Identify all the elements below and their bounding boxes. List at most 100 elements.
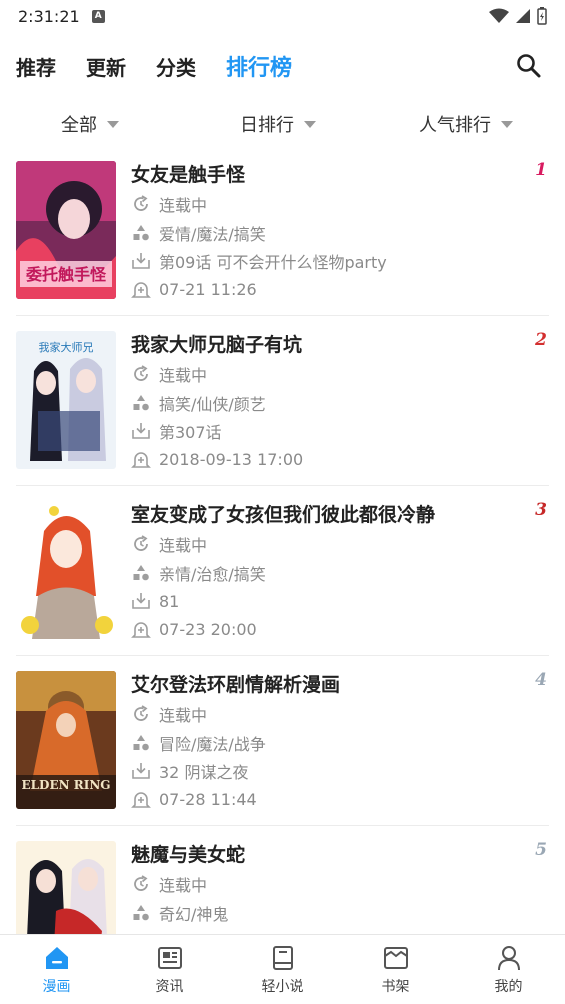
nav-comics[interactable]: 漫画	[0, 935, 113, 1004]
shapes-icon	[133, 564, 149, 581]
updated-row: 2018-09-13 17:00	[131, 446, 525, 475]
comic-cover[interactable]	[16, 841, 116, 934]
tags-row: 奇幻/神鬼	[131, 899, 525, 928]
comic-tags: 奇幻/神鬼	[159, 904, 229, 924]
shapes-icon	[133, 394, 149, 411]
search-icon[interactable]	[515, 52, 543, 80]
ranking-list: 委托触手怪 女友是触手怪 连载中 爱情/魔法/搞笑 第09话 可不会开什么怪物p…	[0, 146, 565, 934]
caret-down-icon	[501, 120, 513, 128]
nav-profile[interactable]: 我的	[452, 935, 565, 1004]
update-time: 07-28 11:44	[159, 790, 257, 810]
latest-row: 81	[131, 587, 525, 616]
caret-down-icon	[107, 120, 119, 128]
comic-status: 连载中	[159, 536, 208, 556]
bell-icon	[131, 791, 151, 808]
status-row: 连载中	[131, 360, 525, 389]
update-time: 2018-09-13 17:00	[159, 450, 304, 470]
comic-status: 连载中	[159, 196, 208, 216]
signal-icon	[516, 9, 530, 23]
filter-category-dropdown[interactable]: 全部	[61, 104, 119, 144]
latest-row: 32 阴谋之夜	[131, 757, 525, 786]
rank-number: 4	[535, 670, 547, 690]
home-icon	[45, 947, 68, 969]
tags-row: 爱情/魔法/搞笑	[131, 219, 525, 248]
comic-cover[interactable]: 委托触手怪	[16, 161, 116, 299]
comic-cover[interactable]: 我家大师兄	[16, 331, 116, 469]
latest-row: 第307话	[131, 417, 525, 446]
nav-bookshelf[interactable]: 书架	[339, 935, 452, 1004]
filter-period-dropdown[interactable]: 日排行	[240, 104, 316, 144]
comic-tags: 搞笑/仙侠/颜艺	[159, 394, 266, 414]
cover-title-text: ELDEN RING	[21, 778, 110, 792]
tab-updates[interactable]: 更新	[86, 52, 126, 81]
bottom-nav: 漫画 资讯 轻小说 书架 我的	[0, 934, 565, 1004]
refresh-icon	[134, 365, 148, 382]
nav-light-novel[interactable]: 轻小说	[226, 935, 339, 1004]
tags-row: 冒险/魔法/战争	[131, 729, 525, 758]
list-item[interactable]: 我家大师兄 我家大师兄脑子有坑 连载中 搞笑/仙侠/颜艺 第307话 2018-…	[0, 316, 565, 486]
cover-title-text: 我家大师兄	[39, 340, 94, 354]
status-row: 连载中	[131, 190, 525, 219]
notification-icon: A	[91, 9, 105, 23]
status-time: 2:31:21	[18, 6, 80, 26]
updated-row: 07-28 11:44	[131, 786, 525, 815]
refresh-icon	[134, 875, 148, 892]
download-tray-icon	[132, 253, 150, 270]
nav-label: 我的	[494, 979, 523, 995]
list-item[interactable]: 委托触手怪 女友是触手怪 连载中 爱情/魔法/搞笑 第09话 可不会开什么怪物p…	[0, 146, 565, 316]
update-time: 07-23 20:00	[159, 620, 257, 640]
list-item[interactable]: 魅魔与美女蛇 连载中 奇幻/神鬼 5	[0, 826, 565, 934]
list-item[interactable]: 室友变成了女孩但我们彼此都很冷静 连载中 亲情/治愈/搞笑 81 07-23 2…	[0, 486, 565, 656]
comic-tags: 爱情/魔法/搞笑	[159, 224, 266, 244]
cover-title-text: 委托触手怪	[25, 265, 107, 284]
profile-icon	[497, 946, 520, 971]
download-tray-icon	[132, 593, 150, 610]
book-icon	[272, 946, 293, 970]
updated-row: 07-21 11:26	[131, 276, 525, 305]
list-item[interactable]: ELDEN RING 艾尔登法环剧情解析漫画 连载中 冒险/魔法/战争 32 阴…	[0, 656, 565, 826]
tab-recommend[interactable]: 推荐	[16, 52, 56, 81]
filter-period-label: 日排行	[240, 115, 294, 136]
shapes-icon	[133, 904, 149, 921]
latest-chapter: 第09话 可不会开什么怪物party	[159, 253, 387, 273]
bookshelf-icon	[383, 947, 408, 969]
battery-icon	[537, 7, 547, 25]
bell-icon	[131, 281, 151, 298]
top-tabs: 推荐 更新 分类 排行榜	[0, 44, 565, 88]
comic-cover[interactable]	[16, 501, 116, 639]
latest-row: 第09话 可不会开什么怪物party	[131, 247, 525, 276]
refresh-icon	[134, 535, 148, 552]
rank-number: 1	[535, 160, 547, 180]
comic-tags: 冒险/魔法/战争	[159, 734, 266, 754]
updated-row: 07-23 20:00	[131, 616, 525, 645]
comic-title: 我家大师兄脑子有坑	[131, 334, 303, 356]
comic-tags: 亲情/治愈/搞笑	[159, 564, 266, 584]
comic-status: 连载中	[159, 706, 208, 726]
news-icon	[157, 947, 182, 969]
latest-chapter: 81	[159, 591, 180, 611]
comic-status: 连载中	[159, 366, 208, 386]
caret-down-icon	[304, 120, 316, 128]
nav-news[interactable]: 资讯	[113, 935, 226, 1004]
status-bar: 2:31:21 A	[0, 0, 565, 32]
status-row: 连载中	[131, 870, 525, 899]
nav-label: 书架	[381, 979, 410, 995]
wifi-icon	[489, 8, 509, 23]
tab-categories[interactable]: 分类	[156, 52, 196, 81]
comic-title: 魅魔与美女蛇	[131, 844, 246, 866]
comic-title: 艾尔登法环剧情解析漫画	[131, 674, 341, 696]
refresh-icon	[134, 705, 148, 722]
rank-number: 5	[535, 840, 547, 860]
filter-sort-dropdown[interactable]: 人气排行	[419, 104, 513, 144]
shapes-icon	[133, 224, 149, 241]
tags-row: 搞笑/仙侠/颜艺	[131, 389, 525, 418]
tags-row: 亲情/治愈/搞笑	[131, 559, 525, 588]
download-tray-icon	[132, 423, 150, 440]
latest-chapter: 第307话	[159, 423, 222, 443]
nav-label: 资讯	[155, 979, 184, 995]
nav-label: 轻小说	[261, 979, 304, 995]
comic-cover[interactable]: ELDEN RING	[16, 671, 116, 809]
rank-number: 3	[535, 500, 547, 520]
tab-rankings[interactable]: 排行榜	[226, 50, 292, 82]
rank-number: 2	[535, 330, 547, 350]
